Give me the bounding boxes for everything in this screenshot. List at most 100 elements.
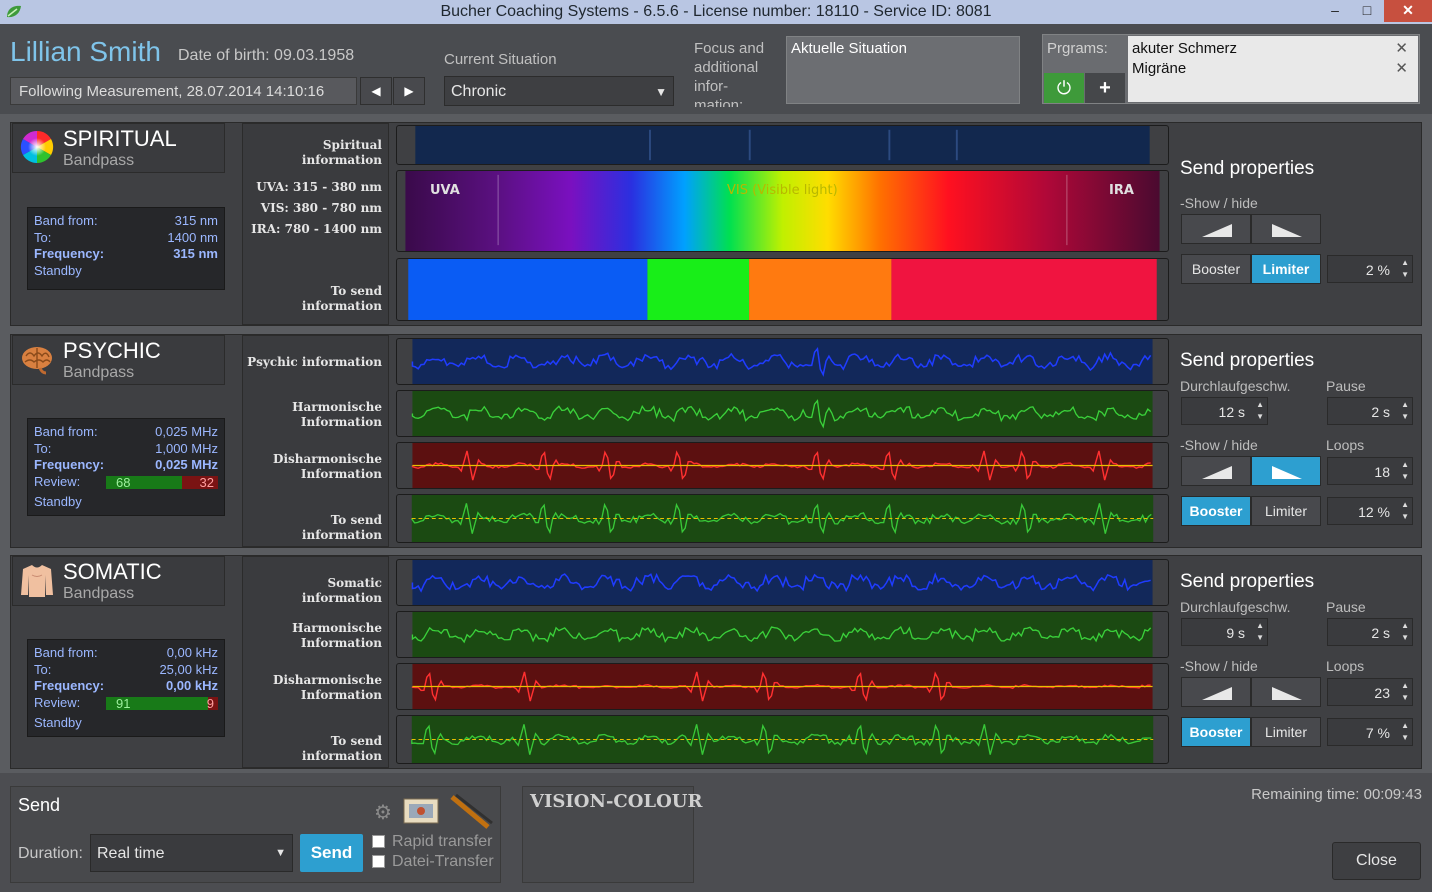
chevron-down-icon: ▼ <box>275 847 286 859</box>
current-situation-select[interactable]: Chronic ▼ <box>444 76 674 106</box>
spiritual-title: SPIRITUAL <box>63 126 177 151</box>
uva-label: UVA <box>430 183 460 198</box>
limiter-toggle[interactable]: Limiter <box>1251 717 1321 747</box>
document-image-icon[interactable] <box>403 795 441 825</box>
send-button[interactable]: Send <box>300 834 363 872</box>
loops-value: 23 <box>1374 685 1390 701</box>
spinner-arrows-icon[interactable]: ▲ ▼ <box>1401 399 1409 423</box>
limiter-toggle[interactable]: Limiter <box>1251 254 1321 284</box>
next-measurement-button[interactable]: ▶ <box>393 77 425 105</box>
frequency-row: Frequency: 0,00 kHz <box>34 678 218 695</box>
show-hide-ramp-button[interactable] <box>1181 456 1251 486</box>
percent-spinner[interactable]: 2 % ▲ ▼ <box>1327 255 1413 283</box>
speed-spinner[interactable]: 12 s ▲ ▼ <box>1181 397 1268 425</box>
show-hide-play-button[interactable] <box>1251 214 1321 244</box>
somatic-band-info: Band from: 0,00 kHz To: 25,00 kHz Frequenc… <box>27 639 225 737</box>
remove-icon[interactable]: ✕ <box>1395 59 1408 79</box>
program-item[interactable]: akuter Schmerz ✕ <box>1132 39 1414 59</box>
status-row: Standby <box>34 494 218 511</box>
spinner-arrows-icon[interactable]: ▲ ▼ <box>1401 620 1409 644</box>
current-situation-value: Chronic <box>451 83 507 100</box>
settings-gear-icon[interactable]: ⚙ <box>374 800 392 825</box>
datei-transfer-label: Datei-Transfer <box>392 853 494 870</box>
programs-list[interactable]: akuter Schmerz ✕ Migräne ✕ <box>1128 36 1418 102</box>
spinner-arrows-icon[interactable]: ▲ ▼ <box>1401 257 1409 281</box>
spinner-arrows-icon[interactable]: ▲ ▼ <box>1256 399 1264 423</box>
duration-select[interactable]: Real time ▼ <box>90 834 293 872</box>
psychic-send-wave <box>396 494 1169 543</box>
maximize-button[interactable]: □ <box>1352 0 1382 22</box>
pause-label: Pause <box>1326 378 1366 394</box>
power-button[interactable]: ⏻ <box>1044 73 1084 103</box>
review-label: Review: <box>34 473 81 489</box>
show-hide-ramp-button[interactable] <box>1181 677 1251 707</box>
band-from-label: Band from: <box>34 645 98 660</box>
speed-value: 9 s <box>1226 625 1245 641</box>
patient-dob: Date of birth: 09.03.1958 <box>178 47 355 64</box>
loops-spinner[interactable]: 18 ▲ ▼ <box>1327 457 1413 485</box>
band-to-row: To: 1400 nm <box>34 230 218 247</box>
ramp-up-icon <box>1202 466 1232 479</box>
close-button[interactable]: Close <box>1332 842 1421 880</box>
window-titlebar: Bucher Coaching Systems - 6.5.6 - Licens… <box>0 0 1432 24</box>
datei-transfer-checkbox[interactable] <box>372 855 385 868</box>
percent-spinner[interactable]: 7 % ▲ ▼ <box>1327 718 1413 746</box>
focus-textbox[interactable]: Aktuelle Situation <box>786 36 1020 104</box>
review-bar: 91 9 <box>106 696 218 711</box>
band-to-value: 25,00 kHz <box>159 661 218 677</box>
program-item-label: akuter Schmerz <box>1132 40 1238 57</box>
show-hide-ramp-button[interactable] <box>1181 214 1251 244</box>
program-item[interactable]: Migräne ✕ <box>1132 59 1414 79</box>
limiter-toggle[interactable]: Limiter <box>1251 496 1321 526</box>
loops-value: 18 <box>1374 464 1390 480</box>
psychic-harmonic-wave <box>396 390 1169 437</box>
row-label: To send information <box>301 513 382 542</box>
frequency-value: 315 nm <box>173 246 218 261</box>
pause-spinner[interactable]: 2 s ▲ ▼ <box>1327 618 1413 646</box>
spinner-arrows-icon[interactable]: ▲ ▼ <box>1401 720 1409 744</box>
booster-toggle[interactable]: Booster <box>1181 496 1251 526</box>
plus-icon: + <box>1099 77 1111 99</box>
row-label: Disharmonische Information <box>273 452 382 481</box>
spinner-arrows-icon[interactable]: ▲ ▼ <box>1256 620 1264 644</box>
pencil-tools-icon[interactable] <box>448 793 494 831</box>
band-from-row: Band from: 0,025 MHz <box>34 424 218 441</box>
remove-icon[interactable]: ✕ <box>1395 39 1408 59</box>
spinner-arrows-icon[interactable]: ▲ ▼ <box>1401 459 1409 483</box>
somatic-label-column: Somatic information Harmonische Informat… <box>242 556 389 768</box>
review-row: Review: 91 9 <box>34 695 218 712</box>
speed-spinner[interactable]: 9 s ▲ ▼ <box>1181 618 1268 646</box>
prev-measurement-button[interactable]: ◀ <box>360 77 392 105</box>
band-from-value: 0,025 MHz <box>155 424 218 439</box>
booster-toggle[interactable]: Booster <box>1181 254 1251 284</box>
row-label: Somatic information <box>301 576 382 605</box>
rapid-transfer-checkbox[interactable] <box>372 835 385 848</box>
pause-label: Pause <box>1326 599 1366 615</box>
pause-spinner[interactable]: 2 s ▲ ▼ <box>1327 397 1413 425</box>
band-from-value: 315 nm <box>174 213 218 228</box>
band-to-label: To: <box>34 440 52 456</box>
row-label: Harmonische Information <box>292 621 382 650</box>
psychic-info-wave <box>396 338 1169 385</box>
window-close-button[interactable]: ✕ <box>1384 0 1432 22</box>
spinner-arrows-icon[interactable]: ▲ ▼ <box>1401 680 1409 704</box>
loops-spinner[interactable]: 23 ▲ ▼ <box>1327 678 1413 706</box>
somatic-info-wave <box>396 559 1169 606</box>
patient-name: Lillian Smith <box>10 36 161 67</box>
spinner-arrows-icon[interactable]: ▲ ▼ <box>1401 499 1409 523</box>
ramp-up-icon <box>1202 224 1232 237</box>
measurement-field[interactable]: Following Measurement, 28.07.2014 14:10:… <box>10 77 357 105</box>
add-program-button[interactable]: + <box>1085 73 1125 103</box>
show-hide-play-button[interactable] <box>1251 456 1321 486</box>
percent-spinner[interactable]: 12 % ▲ ▼ <box>1327 497 1413 525</box>
status-text: Standby <box>34 494 82 509</box>
ramp-down-icon <box>1272 224 1302 237</box>
row-label: Psychic information <box>247 355 382 369</box>
frequency-row: Frequency: 0,025 MHz <box>34 457 218 474</box>
band-from-row: Band from: 0,00 kHz <box>34 645 218 662</box>
speed-label: Durchlaufgeschw. <box>1180 599 1291 615</box>
minimize-button[interactable]: – <box>1320 0 1350 22</box>
booster-toggle[interactable]: Booster <box>1181 717 1251 747</box>
show-hide-play-button[interactable] <box>1251 677 1321 707</box>
review-good-value: 68 <box>116 474 131 490</box>
